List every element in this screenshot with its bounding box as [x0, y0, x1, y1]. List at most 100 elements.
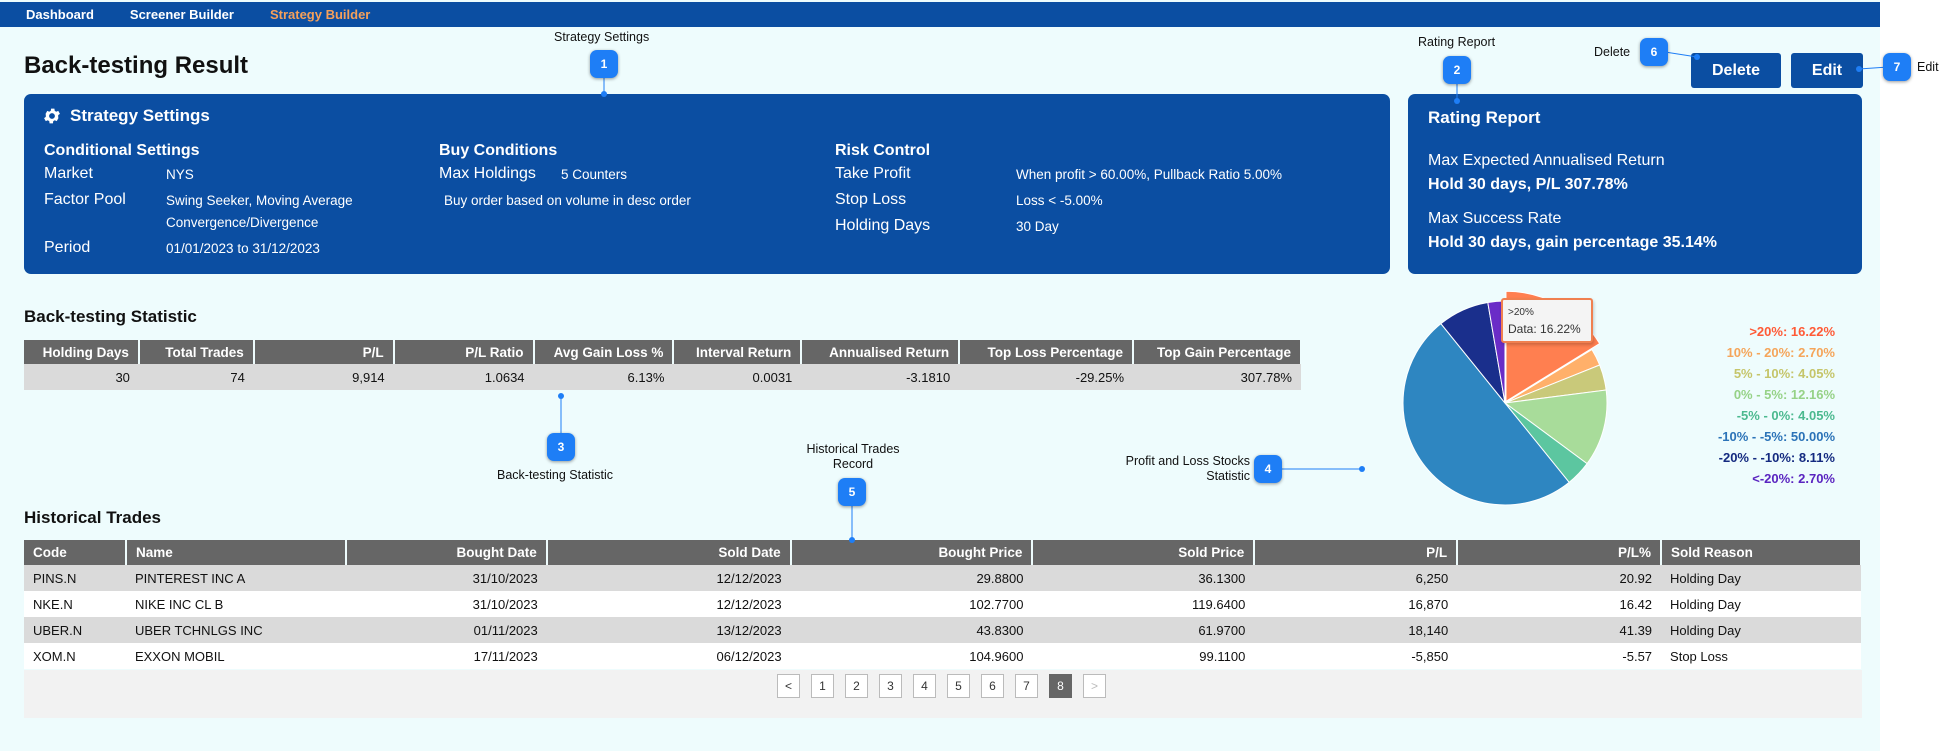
- pager-page-2[interactable]: 2: [845, 674, 868, 698]
- legend-item-5: -10% - -5%: 50.00%: [1610, 426, 1835, 447]
- legend-label: <-20%:: [1752, 471, 1799, 486]
- cell: EXXON MOBIL: [125, 643, 346, 669]
- col-sold-reason[interactable]: Sold Reason: [1661, 540, 1862, 565]
- col-code[interactable]: Code: [24, 540, 127, 565]
- trades-header-row: Code Name Bought Date Sold Date Bought P…: [24, 540, 1862, 565]
- edit-button[interactable]: Edit: [1791, 53, 1863, 88]
- annotation-marker-1: 1: [590, 50, 618, 78]
- col-pl: P/L: [253, 340, 395, 364]
- cell: 01/11/2023: [345, 617, 547, 643]
- legend-item-0: >20%: 16.22%: [1610, 321, 1835, 342]
- pager-page-6[interactable]: 6: [981, 674, 1004, 698]
- col-bought-date[interactable]: Bought Date: [345, 540, 548, 565]
- legend-value: 16.22%: [1790, 324, 1835, 339]
- col-top-gain: Top Gain Percentage: [1133, 340, 1302, 364]
- table-row: 30 74 9,914 1.0634 6.13% 0.0031 -3.1810 …: [24, 364, 1301, 390]
- cell: 12/12/2023: [546, 591, 791, 617]
- legend-item-1: 10% - 20%: 2.70%: [1610, 342, 1835, 363]
- cell: 6.13%: [533, 364, 674, 390]
- col-total-trades: Total Trades: [138, 340, 255, 364]
- cell: -29.25%: [959, 364, 1134, 390]
- pager-page-1[interactable]: 1: [811, 674, 834, 698]
- cell: 307.78%: [1133, 364, 1301, 390]
- market-value: NYS: [166, 167, 194, 182]
- cell: 41.39: [1457, 617, 1662, 643]
- legend-label: 10% - 20%:: [1726, 345, 1799, 360]
- legend-value: 2.70%: [1798, 471, 1835, 486]
- nav-strategy-builder[interactable]: Strategy Builder: [270, 7, 370, 22]
- pager-page-7[interactable]: 7: [1015, 674, 1038, 698]
- trades-table: Code Name Bought Date Sold Date Bought P…: [24, 540, 1862, 669]
- pager-page-4[interactable]: 4: [913, 674, 936, 698]
- tooltip-label: >20%: [1508, 307, 1534, 318]
- cell: 61.9700: [1032, 617, 1255, 643]
- cell: 104.9600: [790, 643, 1033, 669]
- cell: 31/10/2023: [345, 591, 547, 617]
- legend-item-6: -20% - -10%: 8.11%: [1610, 447, 1835, 468]
- col-holding-days: Holding Days: [24, 340, 140, 364]
- cell: PINTEREST INC A: [125, 565, 346, 591]
- annotation-2-text: Rating Report: [1418, 35, 1496, 49]
- legend-value: 12.16%: [1790, 387, 1835, 402]
- cell: -3.1810: [801, 364, 960, 390]
- annotation-4-line1: Profit and Loss Stocks: [1125, 454, 1250, 468]
- pager-page-5[interactable]: 5: [947, 674, 970, 698]
- pager-next[interactable]: >: [1083, 674, 1106, 698]
- cell: Stop Loss: [1661, 643, 1861, 669]
- cell: 12/12/2023: [546, 565, 791, 591]
- factor-pool-label: Factor Pool: [44, 191, 126, 208]
- annotation-marker-5: 5: [838, 478, 866, 506]
- pie-legend: >20%: 16.22% 10% - 20%: 2.70% 5% - 10%: 4.…: [1610, 321, 1835, 489]
- annotation-4-text: Profit and Loss Stocks Statistic: [1080, 454, 1250, 484]
- cell: UBER.N: [24, 617, 126, 643]
- annotation-marker-6: 6: [1640, 38, 1668, 66]
- stop-loss-label: Stop Loss: [835, 191, 907, 208]
- nav-dashboard[interactable]: Dashboard: [26, 7, 94, 22]
- annotation-marker-7: 7: [1883, 53, 1911, 81]
- legend-label: -10% - -5%:: [1717, 429, 1791, 444]
- cell: 17/11/2023: [345, 643, 547, 669]
- annotation-5-line1: Historical Trades: [806, 442, 900, 456]
- col-sold-price[interactable]: Sold Price: [1032, 540, 1256, 565]
- buy-conditions: Buy Conditions Max Holdings 5 Counters Bu…: [439, 142, 691, 216]
- legend-value: 2.70%: [1798, 345, 1835, 360]
- annotation-6-text: Delete: [1594, 45, 1631, 59]
- col-name[interactable]: Name: [125, 540, 347, 565]
- cell: 31/10/2023: [345, 565, 547, 591]
- col-trade-pl-pct[interactable]: P/L%: [1457, 540, 1663, 565]
- top-nav: Dashboard Screener Builder Strategy Buil…: [0, 2, 1880, 27]
- cell: 102.7700: [790, 591, 1033, 617]
- annotation-5-text: Historical Trades Record: [788, 442, 918, 472]
- page-title: Back-testing Result: [24, 52, 249, 79]
- take-profit-label: Take Profit: [835, 165, 911, 182]
- legend-label: -20% - -10%:: [1718, 450, 1799, 465]
- col-bought-price[interactable]: Bought Price: [790, 540, 1034, 565]
- statistic-heading: Back-testing Statistic: [24, 307, 197, 326]
- cell: PINS.N: [24, 565, 126, 591]
- annotation-4-line2: Statistic: [1206, 469, 1250, 483]
- col-trade-pl[interactable]: P/L: [1254, 540, 1459, 565]
- table-row: PINS.N PINTEREST INC A 31/10/2023 12/12/…: [24, 565, 1861, 591]
- nav-screener-builder[interactable]: Screener Builder: [130, 7, 234, 22]
- col-interval-return: Interval Return: [673, 340, 803, 364]
- pager-page-3[interactable]: 3: [879, 674, 902, 698]
- col-sold-date[interactable]: Sold Date: [546, 540, 792, 565]
- conditional-settings-heading: Conditional Settings: [44, 142, 200, 159]
- delete-button[interactable]: Delete: [1691, 53, 1781, 88]
- cell: Holding Day: [1661, 617, 1861, 643]
- pager-prev[interactable]: <: [777, 674, 800, 698]
- cell: -5,850: [1254, 643, 1458, 669]
- annotation-7-text: Edit: [1917, 60, 1939, 74]
- holding-days-label: Holding Days: [835, 217, 931, 234]
- cell: 36.1300: [1032, 565, 1255, 591]
- cell: 6,250: [1254, 565, 1458, 591]
- legend-value: 8.11%: [1798, 450, 1835, 465]
- cell: 9,914: [253, 364, 394, 390]
- table-row: NKE.N NIKE INC CL B 31/10/2023 12/12/202…: [24, 591, 1861, 617]
- pager-page-8[interactable]: 8: [1049, 674, 1072, 698]
- col-top-loss: Top Loss Percentage: [959, 340, 1135, 364]
- risk-control: Risk Control Take Profit When profit > 60…: [835, 142, 1282, 242]
- legend-item-3: 0% - 5%: 12.16%: [1610, 384, 1835, 405]
- col-annualised-return: Annualised Return: [801, 340, 961, 364]
- legend-label: 0% - 5%:: [1733, 387, 1791, 402]
